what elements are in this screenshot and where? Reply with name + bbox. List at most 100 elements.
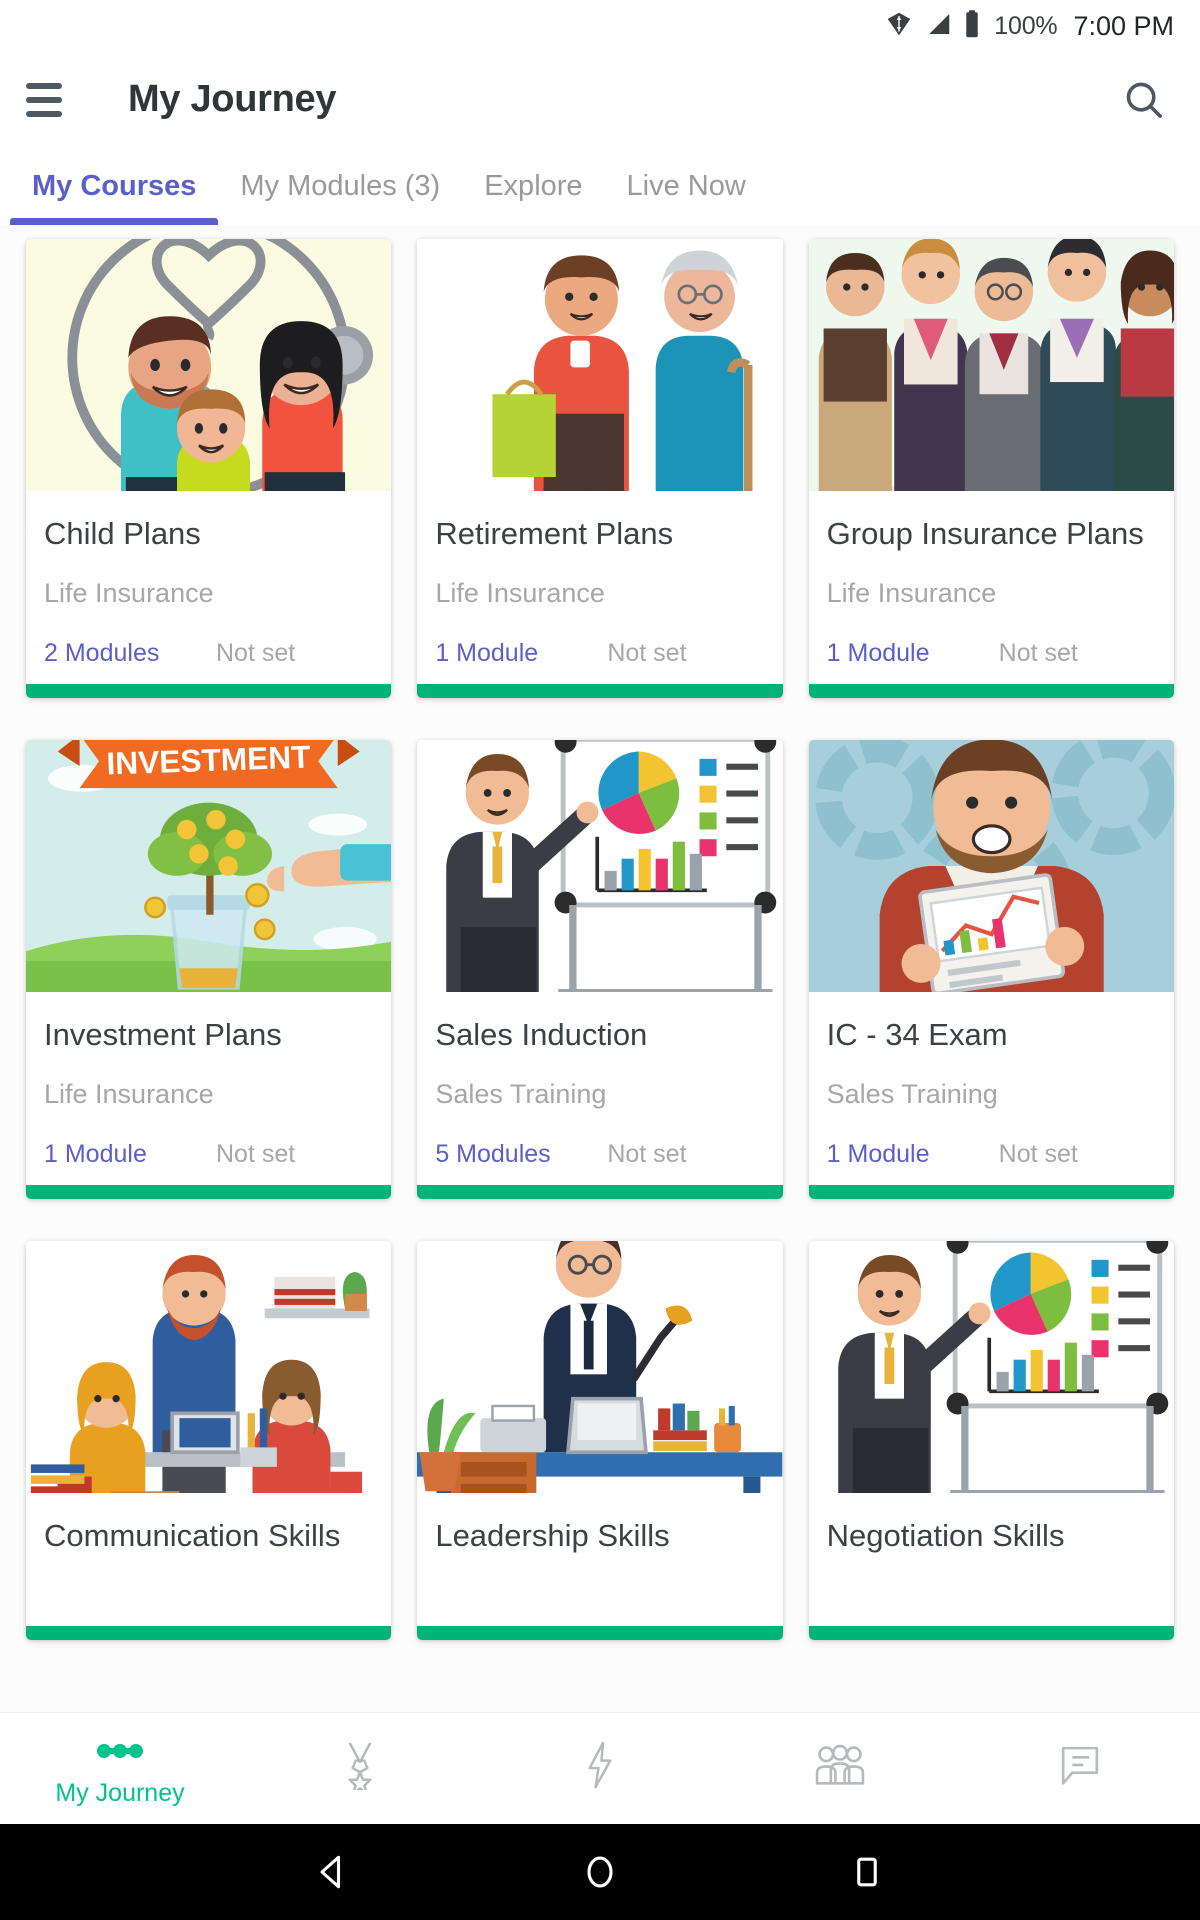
course-meta: 1 Module Not set	[827, 1140, 1156, 1169]
course-title: Sales Induction	[435, 1018, 648, 1053]
course-card[interactable]: Retirement Plans Life Insurance 1 Module…	[417, 239, 783, 699]
course-status: Not set	[607, 1140, 687, 1169]
money-tree-investment-illustration: INVESTMENT	[26, 740, 392, 993]
battery-icon	[962, 9, 982, 44]
course-title: Investment Plans	[44, 1018, 282, 1053]
status-bar: 100% 7:00 PM	[0, 0, 1200, 52]
business-group-people-illustration	[808, 239, 1174, 491]
course-card[interactable]: Leadership Skills	[417, 1241, 783, 1641]
signal-icon	[923, 9, 953, 44]
course-meta: 1 Module Not set	[827, 639, 1156, 668]
presenter-whiteboard-charts-illustration	[808, 1241, 1174, 1494]
course-card-body: Retirement Plans Life Insurance 1 Module…	[417, 491, 782, 684]
course-title: Leadership Skills	[435, 1519, 670, 1554]
course-status: Not set	[607, 639, 687, 668]
course-grid-scroll[interactable]: Child Plans Life Insurance 2 Modules Not…	[0, 225, 1200, 1712]
course-card[interactable]: Sales Induction Sales Training 5 Modules…	[417, 740, 783, 1200]
course-progress-bar	[26, 684, 392, 699]
presenter-whiteboard-charts-illustration	[417, 740, 783, 993]
course-card-body: Negotiation Skills	[809, 1493, 1174, 1626]
course-status: Not set	[998, 1140, 1078, 1169]
course-modules-count[interactable]: 1 Module	[435, 639, 607, 668]
lightning-bolt-icon	[580, 1741, 620, 1789]
tab-explore[interactable]: Explore	[462, 147, 604, 225]
bottom-navigation-bar: My Journey	[0, 1712, 1200, 1824]
tab-label: Live Now	[626, 169, 746, 202]
nav-item-label: My Journey	[55, 1778, 185, 1807]
team-discussion-table-illustration	[26, 1241, 392, 1494]
nav-item-messages[interactable]	[960, 1713, 1200, 1824]
tab-my-modules[interactable]: My Modules (3)	[218, 147, 462, 225]
back-triangle-icon[interactable]	[293, 1832, 373, 1912]
tab-live-now[interactable]: Live Now	[605, 147, 768, 225]
course-meta: 1 Module Not set	[44, 1140, 373, 1169]
caregiver-elderly-woman-illustration	[417, 239, 783, 491]
course-progress-bar	[808, 684, 1174, 699]
course-title: Negotiation Skills	[826, 1519, 1065, 1554]
tab-my-courses[interactable]: My Courses	[10, 147, 219, 225]
course-category: Sales Training	[826, 1079, 998, 1110]
course-card[interactable]: Communication Skills	[26, 1241, 392, 1641]
app-screen: 100% 7:00 PM My Journey My Courses My Mo…	[0, 0, 1200, 1920]
clock-label: 7:00 PM	[1073, 10, 1174, 41]
family-stethoscope-illustration	[26, 239, 392, 491]
course-status: Not set	[216, 1140, 296, 1169]
course-card[interactable]: Negotiation Skills	[808, 1241, 1174, 1641]
nav-item-community[interactable]	[720, 1713, 960, 1824]
course-card[interactable]: IC - 34 Exam Sales Training 1 Module Not…	[808, 740, 1174, 1200]
search-icon[interactable]	[1116, 72, 1172, 128]
journey-path-icon	[96, 1730, 144, 1772]
tab-label: Explore	[484, 169, 583, 202]
nav-item-boost[interactable]	[480, 1713, 720, 1824]
course-card[interactable]: Group Insurance Plans Life Insurance 1 M…	[808, 239, 1174, 699]
course-progress-bar	[26, 1185, 392, 1200]
course-meta: 2 Modules Not set	[44, 639, 373, 668]
course-category: Sales Training	[435, 1079, 607, 1110]
nav-item-my-journey[interactable]: My Journey	[0, 1713, 240, 1824]
tab-label: My Courses	[32, 169, 197, 202]
course-progress-bar	[26, 1626, 392, 1641]
medal-award-icon	[338, 1742, 382, 1790]
course-progress-bar	[417, 684, 783, 699]
chat-message-icon	[1057, 1744, 1103, 1786]
man-clipboard-report-illustration	[808, 740, 1174, 993]
course-card-body: Child Plans Life Insurance 2 Modules Not…	[26, 491, 391, 684]
course-modules-count[interactable]: 5 Modules	[435, 1140, 607, 1169]
course-modules-count[interactable]: 1 Module	[827, 639, 999, 668]
course-card[interactable]: Child Plans Life Insurance 2 Modules Not…	[26, 239, 392, 699]
course-meta: 1 Module Not set	[435, 639, 764, 668]
course-progress-bar	[808, 1626, 1174, 1641]
course-title: Communication Skills	[44, 1519, 341, 1554]
page-title: My Journey	[128, 78, 337, 120]
course-card-body: IC - 34 Exam Sales Training 1 Module Not…	[809, 992, 1174, 1185]
battery-percent-label: 100%	[994, 11, 1058, 40]
app-bar: My Journey	[0, 52, 1200, 147]
course-grid: Child Plans Life Insurance 2 Modules Not…	[26, 239, 1174, 1641]
course-modules-count[interactable]: 1 Module	[44, 1140, 216, 1169]
svg-text:INVESTMENT: INVESTMENT	[106, 740, 311, 782]
course-card-body: Investment Plans Life Insurance 1 Module…	[26, 992, 391, 1185]
course-card-body: Communication Skills	[26, 1493, 391, 1626]
course-modules-count[interactable]: 2 Modules	[44, 639, 216, 668]
course-title: Retirement Plans	[435, 517, 674, 551]
course-progress-bar	[417, 1626, 783, 1641]
people-group-icon	[814, 1744, 866, 1786]
course-status: Not set	[216, 639, 296, 668]
course-status: Not set	[998, 639, 1078, 668]
recents-square-icon[interactable]	[827, 1832, 907, 1912]
course-card[interactable]: INVESTMENT Investment Plans Life Insuran…	[26, 740, 392, 1200]
nav-item-awards[interactable]	[240, 1713, 480, 1824]
android-system-nav	[0, 1824, 1200, 1920]
course-card-body: Sales Induction Sales Training 5 Modules…	[417, 992, 782, 1185]
course-card-body: Leadership Skills	[417, 1493, 782, 1626]
course-modules-count[interactable]: 1 Module	[827, 1140, 999, 1169]
hamburger-menu-icon[interactable]	[22, 73, 76, 127]
course-title: IC - 34 Exam	[826, 1018, 1008, 1053]
tab-label: My Modules (3)	[240, 169, 441, 202]
course-category: Life Insurance	[435, 578, 605, 609]
home-circle-icon[interactable]	[560, 1832, 640, 1912]
course-meta: 5 Modules Not set	[435, 1140, 764, 1169]
course-card-body: Group Insurance Plans Life Insurance 1 M…	[809, 491, 1174, 684]
course-category: Life Insurance	[826, 578, 997, 609]
course-category: Life Insurance	[44, 1079, 214, 1110]
